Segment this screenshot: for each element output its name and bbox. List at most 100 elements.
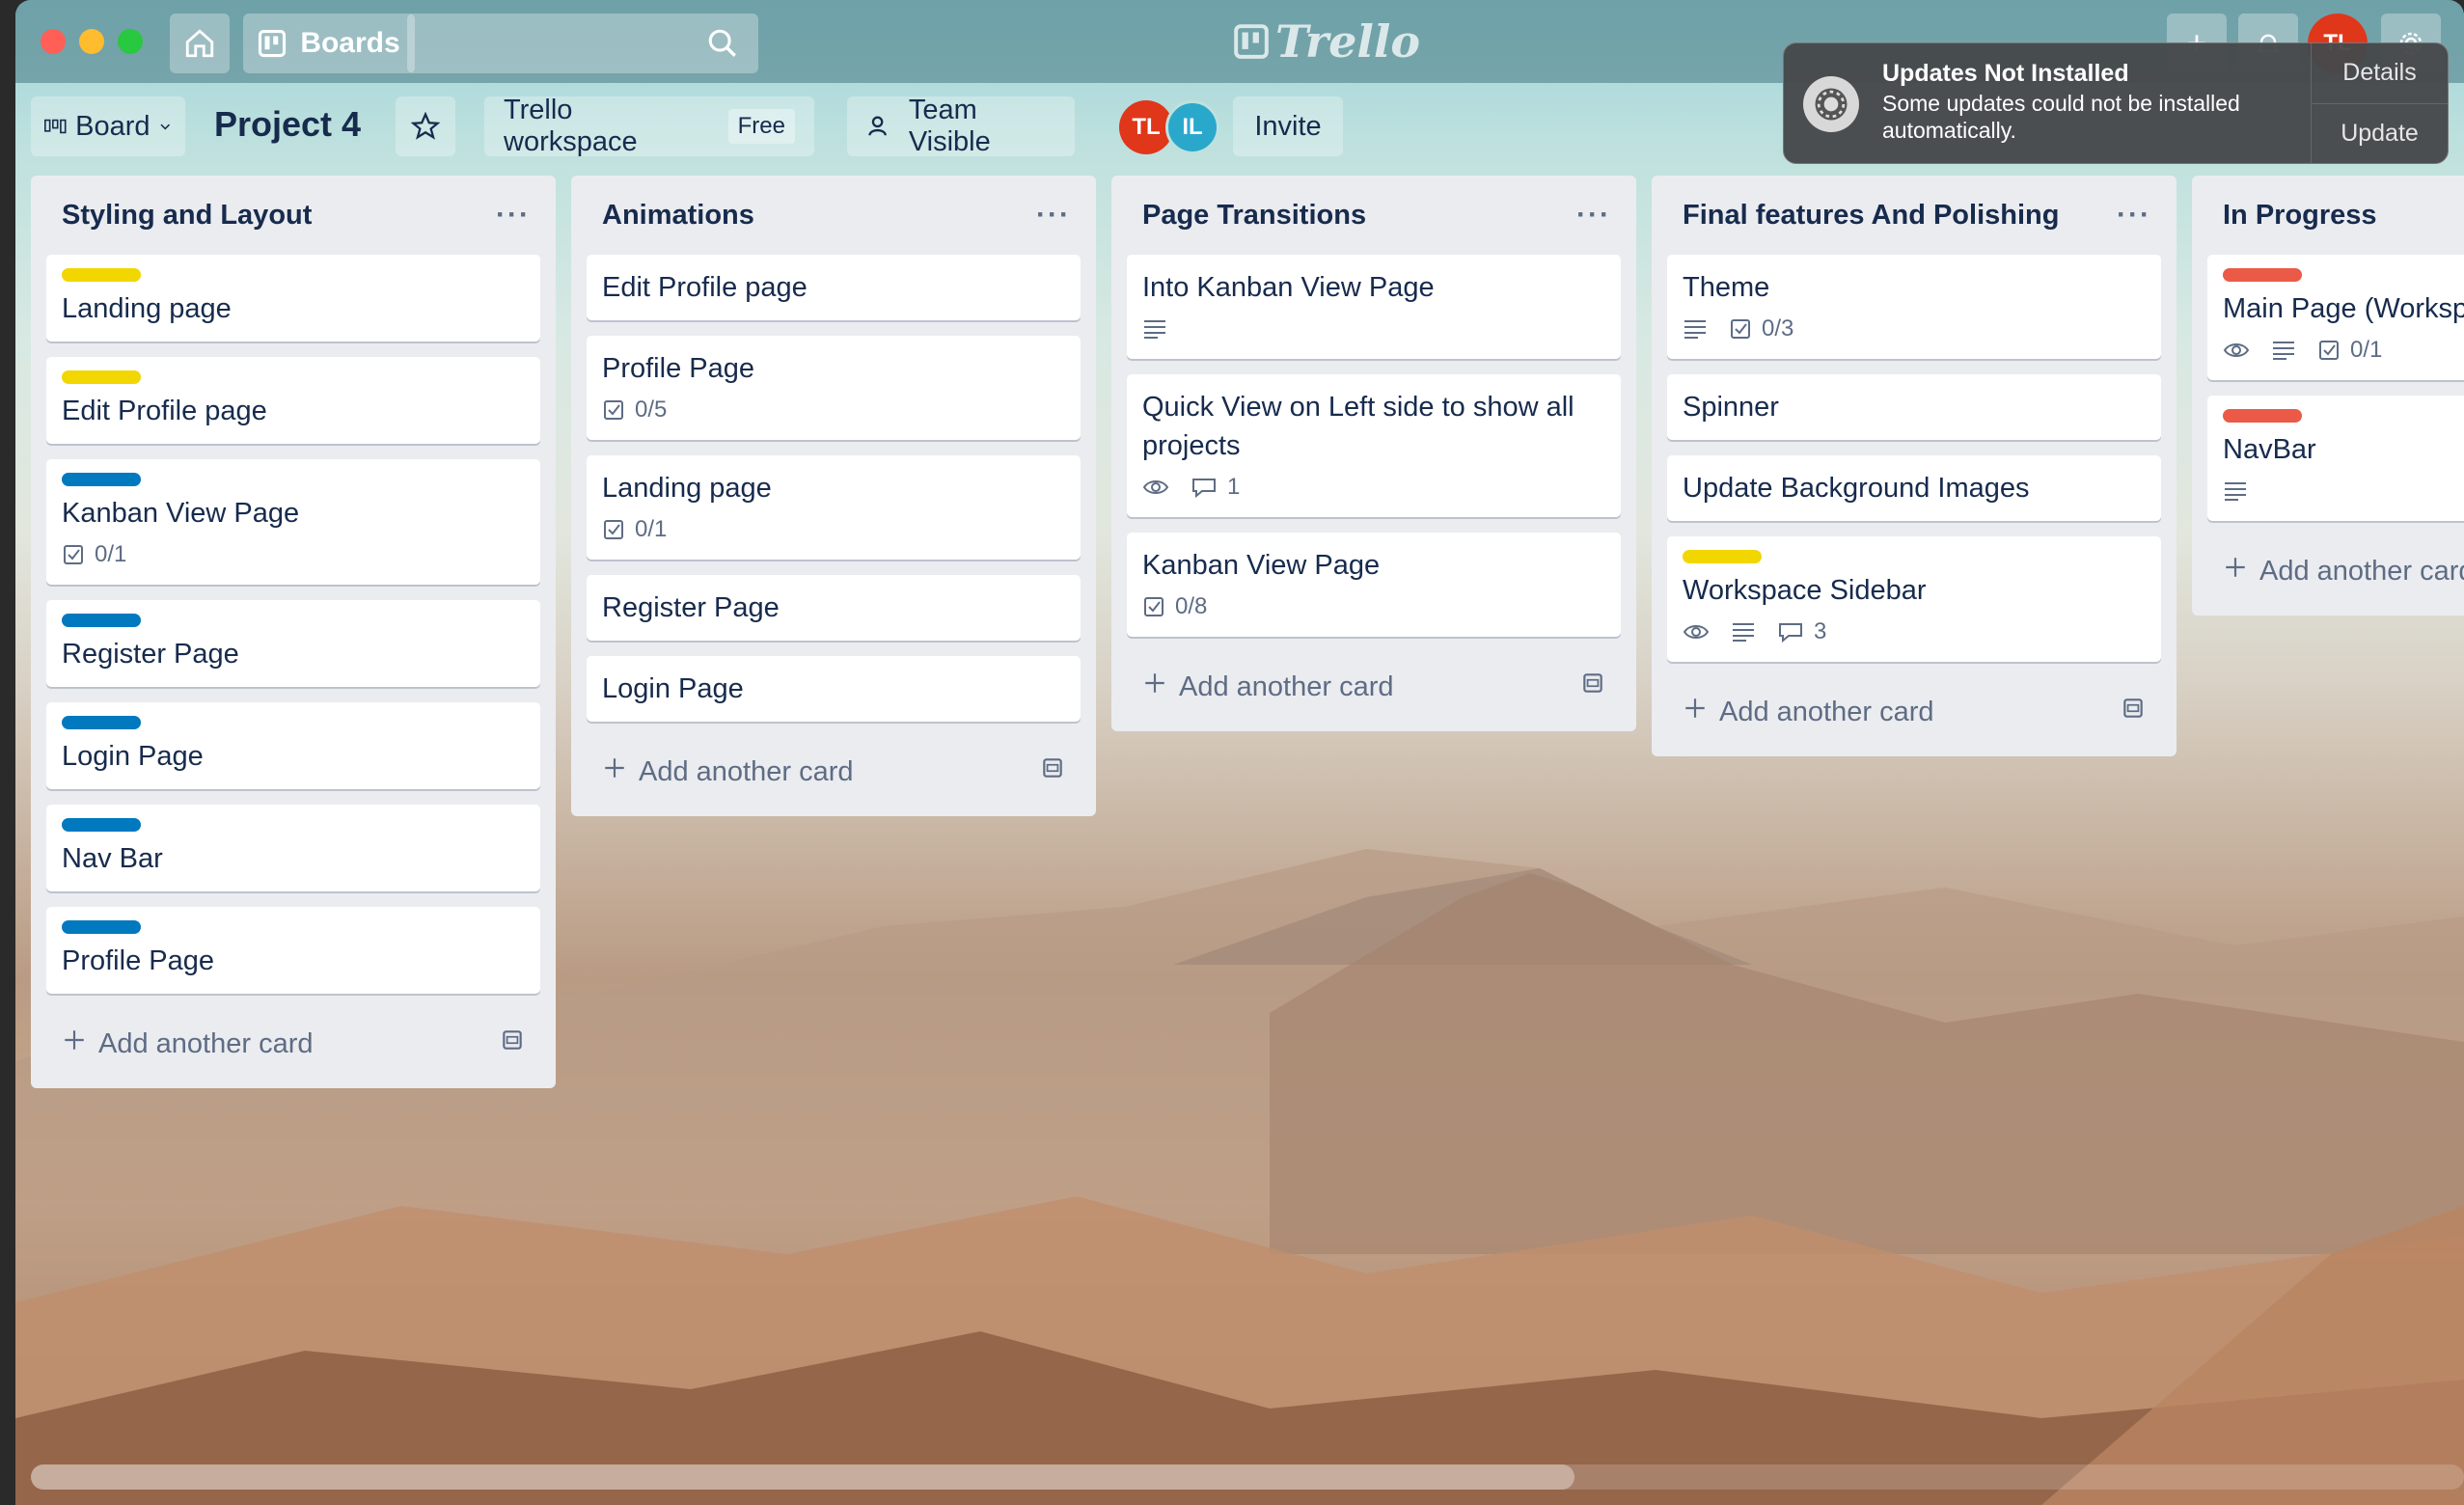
card[interactable]: Nav Bar <box>46 805 540 891</box>
card[interactable]: Login Page <box>46 702 540 789</box>
home-button[interactable] <box>170 14 230 73</box>
boards-button[interactable]: Boards <box>243 14 415 73</box>
card-title: Edit Profile page <box>62 396 267 426</box>
card-badges: 3 <box>1683 616 2146 648</box>
card[interactable]: Kanban View Page 0/8 <box>1127 533 1621 637</box>
add-card-button[interactable]: Add another card <box>2207 536 2464 606</box>
notification-details-button[interactable]: Details <box>2312 43 2448 103</box>
card-label[interactable] <box>62 920 141 934</box>
workspace-plan-badge: Free <box>727 109 795 144</box>
notification-update-button[interactable]: Update <box>2312 102 2448 164</box>
list-title[interactable]: Animations <box>602 200 754 232</box>
list-title[interactable]: Styling and Layout <box>62 200 312 232</box>
list-menu-button[interactable]: ··· <box>1036 199 1081 232</box>
zoom-window-button[interactable] <box>118 29 143 54</box>
comment-count: 1 <box>1227 474 1241 500</box>
card[interactable]: NavBar <box>2207 396 2464 521</box>
card[interactable]: Theme 0/3 <box>1667 255 2161 359</box>
invite-button[interactable]: Invite <box>1233 96 1343 156</box>
card-label[interactable] <box>2223 268 2302 282</box>
card-title: Into Kanban View Page <box>1142 272 1435 303</box>
list[interactable]: Page Transitions ··· Into Kanban View Page… <box>1111 176 1636 731</box>
card-label[interactable] <box>62 716 141 729</box>
card-badges: 0/8 <box>1142 590 1605 623</box>
checklist-count: 0/5 <box>635 397 668 423</box>
checklist-badge: 0/8 <box>1142 588 1207 626</box>
card-template-icon[interactable] <box>500 1027 525 1060</box>
card-badges: 0/5 <box>602 394 1065 426</box>
card-title: Register Page <box>602 592 780 623</box>
search-input[interactable] <box>407 14 758 73</box>
card-badges: 0/1 <box>602 513 1065 546</box>
system-preferences-icon <box>1803 76 1859 132</box>
list-menu-button[interactable]: ··· <box>1576 199 1621 232</box>
workspace-button[interactable]: Trello workspace Free <box>484 95 814 157</box>
description-icon <box>2271 340 2296 361</box>
watch-icon <box>2223 339 2250 362</box>
card[interactable]: Register Page <box>587 575 1081 641</box>
card[interactable]: Profile Page <box>46 907 540 994</box>
minimize-window-button[interactable] <box>79 29 104 54</box>
logo-text: Trello <box>1275 15 1421 68</box>
card-label[interactable] <box>62 473 141 486</box>
checklist-icon <box>2317 339 2341 362</box>
trello-logo[interactable]: Trello <box>1233 15 1421 68</box>
list[interactable]: Styling and Layout ··· Landing page Edit Pr… <box>31 176 556 1088</box>
add-card-button[interactable]: Add another card <box>46 1009 540 1079</box>
list-title[interactable]: Page Transitions <box>1142 200 1366 232</box>
list[interactable]: Animations ··· Edit Profile page Profile Pa… <box>571 176 1096 816</box>
add-card-button[interactable]: Add another card <box>1667 677 2161 747</box>
card-template-icon[interactable] <box>2121 696 2146 728</box>
member-avatar-il[interactable]: IL <box>1165 100 1219 154</box>
card[interactable]: Workspace Sidebar 3 <box>1667 536 2161 662</box>
card[interactable]: Login Page <box>587 656 1081 722</box>
card[interactable]: Kanban View Page 0/1 <box>46 459 540 585</box>
card-title: Workspace Sidebar <box>1683 575 1927 606</box>
card[interactable]: Edit Profile page <box>587 255 1081 320</box>
card-title: Profile Page <box>62 945 214 976</box>
list-menu-button[interactable]: ··· <box>496 199 540 232</box>
add-card-button[interactable]: Add another card <box>587 737 1081 807</box>
home-icon <box>185 29 214 58</box>
card-label[interactable] <box>62 268 141 282</box>
card[interactable]: Update Background Images <box>1667 455 2161 521</box>
star-board-button[interactable] <box>396 96 455 156</box>
board-title[interactable]: Project 4 <box>214 104 361 145</box>
checklist-count: 0/1 <box>635 516 668 542</box>
card-label[interactable] <box>2223 409 2302 423</box>
plus-icon <box>1683 696 1708 728</box>
card[interactable]: Landing page 0/1 <box>587 455 1081 560</box>
description-icon <box>1731 621 1756 643</box>
board-scrollbar-thumb[interactable] <box>31 1464 1574 1490</box>
card[interactable]: Into Kanban View Page <box>1127 255 1621 359</box>
board-view-switcher[interactable]: Board <box>31 96 185 156</box>
visibility-button[interactable]: Team Visible <box>847 95 1075 157</box>
notification-body: Some updates could not be installed auto… <box>1882 91 2240 143</box>
card-label[interactable] <box>1683 550 1762 563</box>
checklist-count: 0/1 <box>95 541 127 567</box>
card[interactable]: Profile Page 0/5 <box>587 336 1081 440</box>
add-card-label: Add another card <box>639 755 854 787</box>
card[interactable]: Register Page <box>46 600 540 687</box>
card[interactable]: Landing page <box>46 255 540 342</box>
list-title[interactable]: In Progress <box>2223 200 2377 232</box>
checklist-icon <box>1142 595 1165 618</box>
card[interactable]: Main Page (Worksp 0/1 <box>2207 255 2464 380</box>
card-template-icon[interactable] <box>1580 670 1605 703</box>
card-template-icon[interactable] <box>1040 755 1065 788</box>
card-label[interactable] <box>62 614 141 627</box>
card-title: Register Page <box>62 639 239 670</box>
close-window-button[interactable] <box>41 29 66 54</box>
card-label[interactable] <box>62 818 141 832</box>
list[interactable]: In Progress··· Main Page (Worksp 0/1 NavBar… <box>2192 176 2464 616</box>
checklist-count: 0/1 <box>2350 337 2383 363</box>
card[interactable]: Spinner <box>1667 374 2161 440</box>
list-menu-button[interactable]: ··· <box>2117 199 2161 232</box>
list[interactable]: Final features And Polishing ··· Theme 0/3 S… <box>1652 176 2177 756</box>
card-label[interactable] <box>62 370 141 384</box>
card[interactable]: Edit Profile page <box>46 357 540 444</box>
card[interactable]: Quick View on Left side to show all proj… <box>1127 374 1621 517</box>
list-title[interactable]: Final features And Polishing <box>1683 200 2059 232</box>
checklist-badge: 0/3 <box>1729 310 1793 348</box>
add-card-button[interactable]: Add another card <box>1127 652 1621 722</box>
